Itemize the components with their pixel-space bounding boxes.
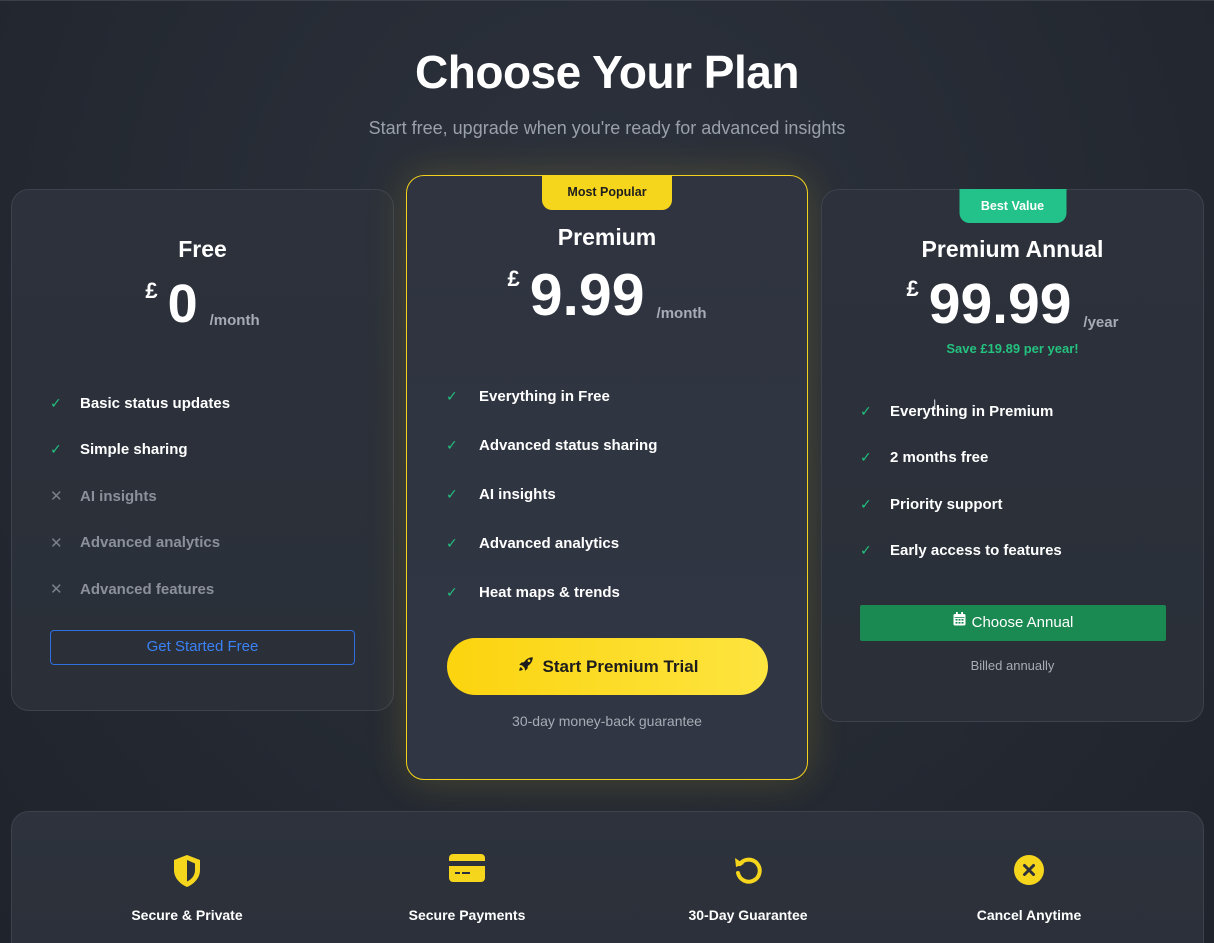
credit-card-icon (449, 854, 485, 887)
feature-item-excluded: ✕ Advanced analytics (50, 520, 230, 567)
feature-item-excluded: ✕ Advanced features (50, 566, 230, 613)
feature-item: ✓ Everything in Premium (860, 388, 1062, 435)
feature-label: 2 months free (890, 449, 989, 467)
feature-item: ✓ Heat maps & trends (446, 568, 657, 617)
check-icon: ✓ (860, 495, 872, 512)
price-amount: 9.99 (529, 262, 645, 328)
best-value-badge: Best Value (959, 189, 1066, 223)
text-cursor-icon: I (933, 397, 937, 411)
trust-label: Secure Payments (408, 907, 526, 923)
price-period: /month (209, 312, 260, 329)
feature-label: Priority support (890, 495, 1003, 513)
feature-label: AI insights (80, 487, 157, 505)
price-period: /year (1083, 314, 1119, 331)
most-popular-badge: Most Popular (542, 175, 672, 210)
plan-card-annual: Best Value Premium Annual £99.99/year Sa… (821, 189, 1204, 722)
feature-label: Advanced features (80, 580, 215, 598)
check-icon: ✓ (860, 542, 872, 559)
feature-label: Advanced analytics (479, 535, 620, 552)
choose-annual-button[interactable]: Choose Annual (860, 605, 1166, 641)
feature-label: Early access to features (890, 542, 1062, 560)
currency-symbol: £ (906, 276, 919, 301)
page-subtitle: Start free, upgrade when you're ready fo… (368, 118, 846, 138)
feature-list: ✓ Everything in Free ✓ Advanced status sha… (446, 372, 657, 617)
check-icon: ✓ (446, 388, 458, 404)
feature-list: ✓ Basic status updates ✓ Simple sharing ✕ A… (50, 380, 230, 613)
price-amount: 0 (167, 274, 198, 334)
guarantee-note: 30-day money-back guarantee (512, 713, 702, 729)
feature-item: ✓ Advanced analytics (446, 519, 657, 568)
check-icon: ✓ (50, 441, 62, 458)
feature-item: ✓ Basic status updates (50, 380, 230, 427)
check-icon: ✓ (50, 394, 62, 411)
start-premium-trial-button[interactable]: Start Premium Trial (447, 638, 768, 695)
page-title: Choose Your Plan (415, 46, 799, 98)
feature-label: Simple sharing (80, 441, 188, 459)
plan-name: Premium Annual (921, 236, 1104, 262)
plan-name: Free (178, 236, 227, 262)
trust-label: Secure & Private (131, 907, 243, 923)
price: £9.99/month (407, 264, 807, 326)
feature-item-excluded: ✕ AI insights (50, 473, 230, 520)
feature-label: Basic status updates (80, 394, 231, 412)
feature-item: ✓ AI insights (446, 470, 657, 519)
cross-icon: ✕ (50, 581, 63, 599)
feature-label: Heat maps & trends (479, 584, 620, 601)
feature-list: ✓ Everything in Premium ✓ 2 months free ✓ P… (860, 388, 1062, 574)
undo-icon (732, 854, 764, 891)
calendar-icon (953, 604, 966, 640)
plan-card-premium: Most Popular Premium £9.99/month ✓ Everyt… (406, 175, 808, 780)
check-icon: ✓ (446, 486, 458, 502)
cancel-icon (1013, 854, 1045, 891)
feature-item: ✓ Advanced status sharing (446, 421, 657, 470)
start-premium-trial-label: Start Premium Trial (542, 657, 699, 676)
savings-note: Save £19.89 per year! (946, 341, 1079, 356)
feature-label: Advanced status sharing (479, 437, 658, 454)
check-icon: ✓ (860, 449, 872, 466)
trust-bar: Secure & Private Secure Payments 30-Day … (11, 811, 1204, 943)
feature-label: Everything in Premium (890, 402, 1054, 420)
trust-label: Cancel Anytime (976, 907, 1082, 923)
price-period: /month (656, 305, 707, 322)
trust-label: 30-Day Guarantee (688, 907, 808, 923)
price: £99.99/year (822, 274, 1203, 334)
feature-item: ✓ Priority support (860, 481, 1062, 528)
currency-symbol: £ (507, 266, 520, 291)
rocket-icon (517, 639, 535, 696)
price: £0/month (12, 276, 393, 332)
feature-item: ✓ Early access to features (860, 528, 1062, 575)
feature-label: Everything in Free (479, 388, 610, 405)
feature-item: ✓ Everything in Free (446, 372, 657, 421)
feature-label: Advanced analytics (80, 534, 221, 552)
feature-item: ✓ 2 months free (860, 435, 1062, 482)
shield-icon (172, 854, 202, 893)
plan-name: Premium (557, 224, 657, 250)
feature-item: ✓ Simple sharing (50, 427, 230, 474)
check-icon: ✓ (860, 402, 872, 419)
billing-note: Billed annually (970, 658, 1055, 673)
check-icon: ✓ (446, 437, 458, 453)
cross-icon: ✕ (50, 534, 63, 552)
plan-card-free: Free £0/month ✓ Basic status updates ✓ Sim… (11, 189, 394, 711)
check-icon: ✓ (446, 584, 458, 600)
currency-symbol: £ (145, 278, 158, 303)
choose-annual-label: Choose Annual (971, 614, 1074, 631)
price-amount: 99.99 (928, 272, 1072, 336)
check-icon: ✓ (446, 535, 458, 551)
get-started-free-button[interactable]: Get Started Free (50, 630, 355, 665)
cross-icon: ✕ (50, 488, 63, 506)
feature-label: AI insights (479, 486, 556, 503)
